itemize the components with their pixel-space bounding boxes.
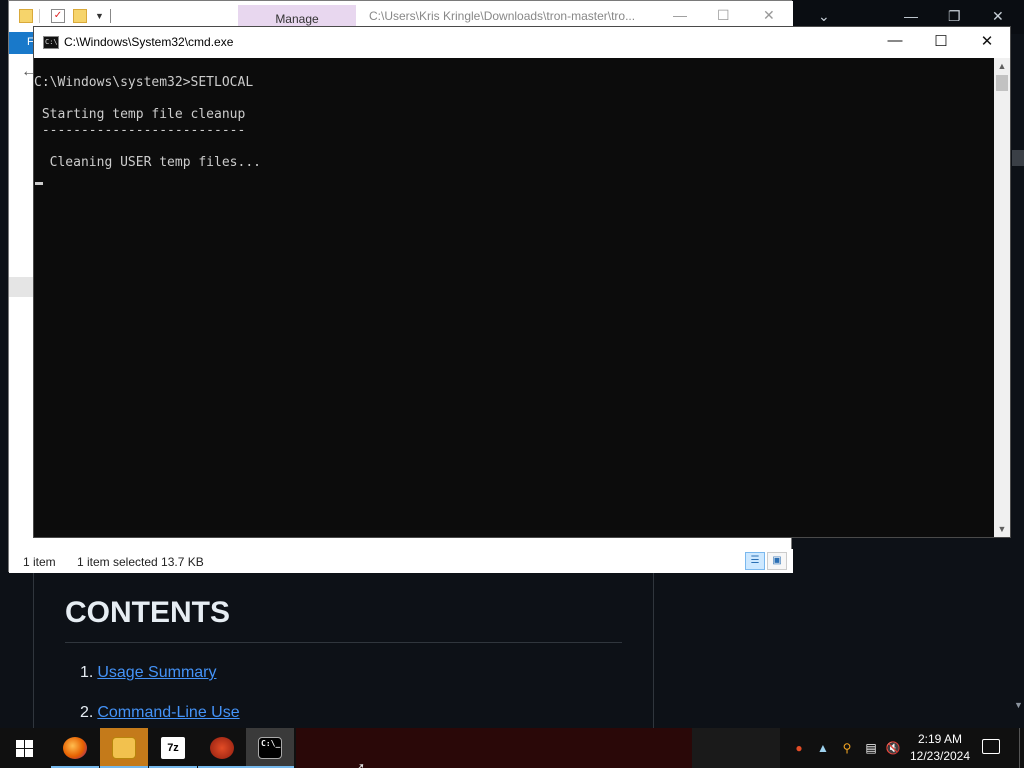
close-icon[interactable]: ✕ <box>964 32 1010 50</box>
scroll-down-icon[interactable]: ▼ <box>994 521 1010 537</box>
status-item-count: 1 item <box>23 555 56 569</box>
chevron-down-icon[interactable]: ⌄ <box>818 8 830 25</box>
volume-muted-icon[interactable]: 🔇 <box>884 739 902 757</box>
scroll-down-icon[interactable]: ▼ <box>1014 700 1023 710</box>
details-view-icon[interactable]: ☰ <box>745 552 765 570</box>
minimize-icon[interactable]: — <box>872 32 918 49</box>
cmd-window-title: C:\Windows\System32\cmd.exe <box>64 35 234 49</box>
taskbar-7zip[interactable]: 7z <box>149 728 197 768</box>
search-tray-icon[interactable]: ⚲ <box>838 739 856 757</box>
maximize-icon[interactable]: ☐ <box>717 7 730 24</box>
cmd-scrollbar[interactable]: ▲ ▼ <box>994 58 1010 537</box>
toc-item-usage-summary: 1. Usage Summary <box>80 664 217 682</box>
clock-date: 12/23/2024 <box>909 749 971 763</box>
ccleaner-icon <box>210 737 234 759</box>
page-column-border <box>33 572 34 728</box>
toc-link-command-line-use[interactable]: Command-Line Use <box>97 704 239 721</box>
taskbar-clock[interactable]: 2:19 AM 12/23/2024 <box>908 731 972 765</box>
firefox-icon <box>63 737 87 759</box>
taskbar-firefox[interactable] <box>51 728 99 768</box>
cmd-console[interactable]: C:\Windows\system32>SETLOCAL Starting te… <box>34 58 994 537</box>
divider <box>39 9 40 23</box>
windows-logo-icon <box>16 740 33 757</box>
browser-scrollbar-thumb[interactable] <box>1012 150 1024 166</box>
properties-icon[interactable]: ✓ <box>51 9 65 23</box>
folder-icon[interactable] <box>19 9 33 23</box>
restore-icon[interactable]: ❐ <box>948 8 961 25</box>
taskbar-ccleaner[interactable] <box>198 728 246 768</box>
toc-number: 1. <box>80 664 94 681</box>
toc-number: 2. <box>80 704 94 721</box>
file-explorer-icon <box>112 737 136 759</box>
page-column-border <box>653 572 654 728</box>
scrollbar-thumb[interactable] <box>996 75 1008 91</box>
minimize-icon[interactable]: — <box>673 7 687 23</box>
taskbar-wallpaper-region <box>692 728 780 768</box>
close-icon[interactable]: ✕ <box>992 8 1004 25</box>
taskbar-file-explorer[interactable] <box>100 728 148 768</box>
maximize-icon[interactable]: ☐ <box>918 32 964 50</box>
contents-heading: CONTENTS <box>65 596 230 629</box>
show-desktop-button[interactable] <box>1019 728 1024 768</box>
cmd-icon[interactable]: C:\ <box>43 36 59 49</box>
new-folder-icon[interactable] <box>73 9 87 23</box>
start-button[interactable] <box>0 728 48 768</box>
console-line: -------------------------- <box>34 123 246 138</box>
console-line: Starting temp file cleanup <box>34 107 246 122</box>
cmd-window: C:\ C:\Windows\System32\cmd.exe — ☐ ✕ C:… <box>33 26 1011 538</box>
divider <box>110 9 111 23</box>
7zip-icon: 7z <box>161 737 185 759</box>
explorer-title-path: C:\Users\Kris Kringle\Downloads\tron-mas… <box>369 9 636 23</box>
mouse-pointer-icon: ➚ <box>355 760 366 768</box>
minimize-icon[interactable]: — <box>904 8 918 24</box>
status-selection: 1 item selected 13.7 KB <box>77 555 204 569</box>
heading-divider <box>65 642 622 643</box>
console-line: C:\Windows\system32>SETLOCAL <box>34 75 254 90</box>
scroll-up-icon[interactable]: ▲ <box>994 58 1010 74</box>
console-line: Cleaning USER temp files... <box>34 155 261 170</box>
taskbar: 7z C:\_ ● ▲ ⚲ ▤ 🔇 2:19 AM 12/23/2024 <box>0 728 1024 768</box>
cmd-icon: C:\_ <box>258 737 282 759</box>
clock-time: 2:19 AM <box>917 732 963 746</box>
explorer-status-bar: 1 item 1 item selected 13.7 KB ☰ ▣ <box>9 549 793 573</box>
toc-item-command-line-use: 2. Command-Line Use <box>80 704 240 722</box>
action-center-icon[interactable] <box>982 739 1000 754</box>
taskbar-command-prompt[interactable]: C:\_ <box>246 728 294 768</box>
close-icon[interactable]: ✕ <box>763 7 775 24</box>
ccleaner-tray-icon[interactable]: ● <box>790 739 808 757</box>
network-icon[interactable]: ▤ <box>862 739 880 757</box>
network-share-tray-icon[interactable]: ▲ <box>814 739 832 757</box>
cmd-titlebar[interactable]: C:\ C:\Windows\System32\cmd.exe — ☐ ✕ <box>34 27 1010 58</box>
nav-pane-selection[interactable] <box>9 277 35 297</box>
toc-link-usage-summary[interactable]: Usage Summary <box>97 664 216 681</box>
text-cursor <box>35 182 43 185</box>
customize-quick-access-icon[interactable]: ▼ <box>95 9 109 23</box>
large-icons-view-icon[interactable]: ▣ <box>767 552 787 570</box>
